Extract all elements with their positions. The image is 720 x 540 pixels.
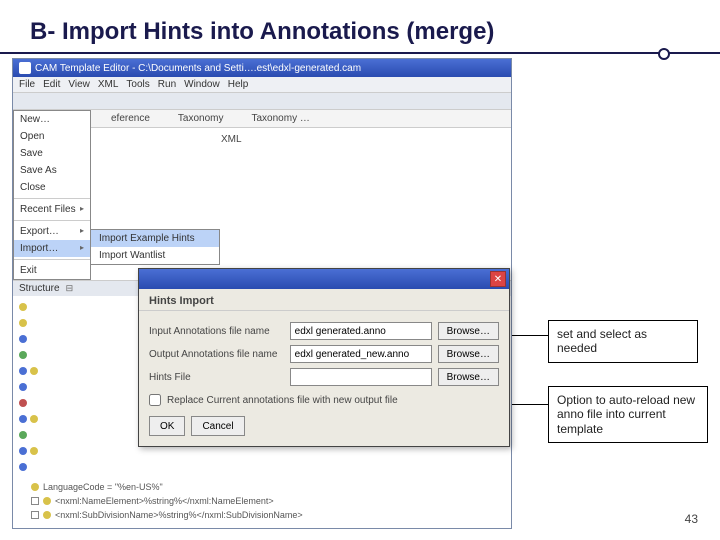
browse-hints-button[interactable]: Browse… xyxy=(438,368,499,386)
callout-connector xyxy=(512,404,548,405)
hints-file-field[interactable] xyxy=(290,368,432,386)
menu-separator xyxy=(14,220,90,221)
tree-node: <nxml:NameElement>%string%</nxml:NameEle… xyxy=(55,496,274,506)
menu-separator xyxy=(14,198,90,199)
ok-button[interactable]: OK xyxy=(149,416,185,436)
menu-item-export[interactable]: Export… xyxy=(14,223,90,240)
menu-item-exit[interactable]: Exit xyxy=(14,262,90,279)
submenu-import-wantlist[interactable]: Import Wantlist xyxy=(91,247,219,264)
window-title: CAM Template Editor - C:\Documents and S… xyxy=(35,63,361,74)
menubar: File Edit View XML Tools Run Window Help xyxy=(13,77,511,92)
tree-node: LanguageCode = "%en-US%" xyxy=(43,482,163,492)
menu-xml[interactable]: XML xyxy=(98,79,119,90)
dialog-titlebar: ✕ xyxy=(139,269,509,289)
collapse-icon[interactable]: ⊟ xyxy=(66,283,74,294)
menu-run[interactable]: Run xyxy=(158,79,176,90)
slide-title: B- Import Hints into Annotations (merge) xyxy=(0,0,720,52)
import-submenu: Import Example Hints Import Wantlist xyxy=(90,229,220,265)
xml-label: XML xyxy=(91,128,511,145)
tree-node: <nxml:SubDivisionName>%string%</nxml:Sub… xyxy=(55,510,303,520)
tab-reference[interactable]: eference xyxy=(111,113,150,124)
app-icon xyxy=(19,62,31,74)
page-number: 43 xyxy=(685,512,698,526)
menu-item-save[interactable]: Save xyxy=(14,145,90,162)
menu-separator xyxy=(14,259,90,260)
output-anno-label: Output Annotations file name xyxy=(149,349,284,360)
input-anno-field[interactable] xyxy=(290,322,432,340)
callout-set-select: set and select as needed xyxy=(548,320,698,363)
hints-import-dialog: ✕ Hints Import Input Annotations file na… xyxy=(138,268,510,447)
cancel-button[interactable]: Cancel xyxy=(191,416,244,436)
callout-connector xyxy=(512,335,548,336)
replace-checkbox-label: Replace Current annotations file with ne… xyxy=(167,395,398,406)
menu-help[interactable]: Help xyxy=(228,79,249,90)
close-icon[interactable]: ✕ xyxy=(490,271,506,287)
structure-label: Structure xyxy=(19,283,60,294)
dialog-header: Hints Import xyxy=(139,289,509,311)
output-anno-field[interactable] xyxy=(290,345,432,363)
callout-autoreload: Option to auto-reload new anno file into… xyxy=(548,386,708,443)
toolbar xyxy=(13,92,511,110)
menu-item-recent[interactable]: Recent Files xyxy=(14,201,90,218)
menu-window[interactable]: Window xyxy=(184,79,220,90)
bottom-tree: LanguageCode = "%en-US%" <nxml:NameEleme… xyxy=(13,476,511,528)
hints-file-label: Hints File xyxy=(149,372,284,383)
tab-taxonomy[interactable]: Taxonomy xyxy=(178,113,224,124)
menu-tools[interactable]: Tools xyxy=(126,79,149,90)
menu-item-new[interactable]: New… xyxy=(14,111,90,128)
editor-area xyxy=(91,145,511,205)
replace-checkbox[interactable] xyxy=(149,394,161,406)
menu-item-open[interactable]: Open xyxy=(14,128,90,145)
submenu-import-hints[interactable]: Import Example Hints xyxy=(91,230,219,247)
title-underline xyxy=(0,52,720,54)
tabs-row: eference Taxonomy Taxonomy … xyxy=(91,110,511,128)
menu-item-import[interactable]: Import… xyxy=(14,240,90,257)
menu-file[interactable]: File xyxy=(19,79,35,90)
menu-view[interactable]: View xyxy=(68,79,90,90)
menu-item-close[interactable]: Close xyxy=(14,179,90,196)
browse-output-button[interactable]: Browse… xyxy=(438,345,499,363)
titlebar: CAM Template Editor - C:\Documents and S… xyxy=(13,59,511,77)
file-menu: New… Open Save Save As Close Recent File… xyxy=(13,110,91,280)
menu-item-save-as[interactable]: Save As xyxy=(14,162,90,179)
input-anno-label: Input Annotations file name xyxy=(149,326,284,337)
tab-taxonomy2[interactable]: Taxonomy … xyxy=(252,113,310,124)
browse-input-button[interactable]: Browse… xyxy=(438,322,499,340)
menu-edit[interactable]: Edit xyxy=(43,79,60,90)
